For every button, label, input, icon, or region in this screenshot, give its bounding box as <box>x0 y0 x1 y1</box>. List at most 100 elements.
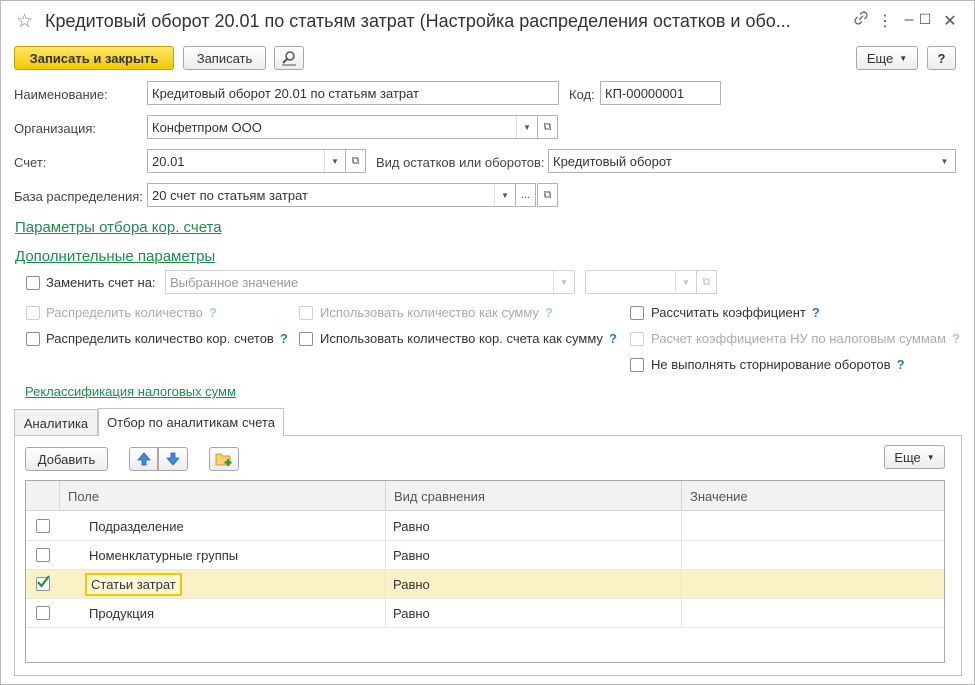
help-mark-icon[interactable]: ? <box>209 305 217 320</box>
add-button[interactable]: Добавить <box>25 447 108 471</box>
grid-more-button[interactable]: Еще ▼ <box>884 445 945 469</box>
account-field[interactable]: 20.01 ▼ <box>147 149 346 173</box>
search-doc-icon <box>282 51 296 66</box>
open-window-icon: ⧉ <box>702 275 711 288</box>
dropdown-arrow-icon: ▼ <box>926 452 935 462</box>
add-group-button[interactable] <box>209 447 239 471</box>
org-label: Организация: <box>14 121 97 136</box>
tab-account-analytics-filter[interactable]: Отбор по аналитикам счета <box>98 408 284 436</box>
tab-analytics[interactable]: Аналитика <box>14 409 98 436</box>
folder-add-icon <box>215 453 232 466</box>
base-field[interactable]: 20 счет по статьям затрат ▼ <box>147 183 516 207</box>
code-field[interactable]: КП-00000001 <box>600 81 721 105</box>
replace-account-checkbox[interactable] <box>26 276 40 290</box>
replace-subconto-field[interactable]: ▼ <box>585 270 697 294</box>
kind-value: Кредитовый оборот <box>553 153 672 169</box>
dropdown-arrow-icon[interactable]: ▼ <box>675 271 696 293</box>
open-window-icon: ⧉ <box>543 188 552 201</box>
kind-label: Вид остатков или оборотов: <box>376 155 545 170</box>
use-qty-corr-as-sum-checkbox[interactable] <box>299 332 313 346</box>
distribute-qty-label: Распределить количество <box>46 305 203 320</box>
account-label: Счет: <box>14 155 47 170</box>
use-qty-as-sum-label: Использовать количество как сумму <box>320 305 539 320</box>
favorite-star-icon[interactable]: ☆ <box>16 10 33 33</box>
more-actions-icon[interactable]: ⋮ <box>874 11 896 31</box>
help-mark-icon[interactable]: ? <box>952 331 960 346</box>
help-button[interactable]: ? <box>927 46 956 70</box>
header-comparison[interactable]: Вид сравнения <box>385 481 681 511</box>
open-subconto-button[interactable]: ⧉ <box>696 270 717 294</box>
row-compare[interactable]: Равно <box>393 599 430 628</box>
move-down-button[interactable] <box>158 447 188 471</box>
select-base-button[interactable]: ... <box>515 183 536 207</box>
help-mark-icon[interactable]: ? <box>280 331 288 346</box>
more-button[interactable]: Еще ▼ <box>856 46 918 70</box>
more-label: Еще <box>866 50 894 66</box>
name-label: Наименование: <box>14 87 108 102</box>
no-storno-label: Не выполнять сторнирование оборотов <box>651 357 891 372</box>
row-checkbox[interactable] <box>36 606 50 620</box>
window-title: Кредитовый оборот 20.01 по статьям затра… <box>45 11 791 31</box>
maximize-icon[interactable]: ☐ <box>914 11 936 28</box>
help-mark-icon[interactable]: ? <box>812 305 820 320</box>
dropdown-arrow-icon[interactable]: ▼ <box>324 150 345 172</box>
open-account-button[interactable]: ⧉ <box>345 149 366 173</box>
name-field[interactable]: Кредитовый оборот 20.01 по статьям затра… <box>147 81 559 105</box>
org-field[interactable]: Конфетпром ООО ▼ <box>147 115 538 139</box>
dropdown-arrow-icon: ▼ <box>899 53 908 63</box>
checkmark-icon <box>37 575 50 588</box>
dropdown-arrow-icon[interactable]: ▼ <box>553 271 574 293</box>
dropdown-arrow-icon[interactable]: ▼ <box>494 184 515 206</box>
distribute-qty-option: Распределить количество? <box>46 305 217 320</box>
no-storno-checkbox[interactable] <box>630 358 644 372</box>
open-org-button[interactable]: ⧉ <box>537 115 558 139</box>
calc-coef-label: Рассчитать коэффициент <box>651 305 806 320</box>
dialog-window: ☆ Кредитовый оборот 20.01 по статьям зат… <box>0 0 975 685</box>
replace-account-field[interactable]: Выбранное значение ▼ <box>165 270 575 294</box>
no-storno-option: Не выполнять сторнирование оборотов? <box>651 357 905 372</box>
table-row-selected[interactable]: Статьи затрат Равно <box>26 570 944 599</box>
dropdown-arrow-icon[interactable]: ▼ <box>934 150 955 172</box>
calc-coef-nu-label: Расчет коэффициента НУ по налоговым сумм… <box>651 331 946 346</box>
calc-coef-nu-checkbox[interactable] <box>630 332 644 346</box>
open-base-button[interactable]: ⧉ <box>537 183 558 207</box>
use-qty-as-sum-checkbox[interactable] <box>299 306 313 320</box>
table-row[interactable]: Продукция Равно <box>26 599 944 628</box>
arrow-down-icon <box>166 452 180 466</box>
move-up-button[interactable] <box>129 447 158 471</box>
distribute-qty-checkbox[interactable] <box>26 306 40 320</box>
distribute-qty-corr-checkbox[interactable] <box>26 332 40 346</box>
calc-coef-nu-option: Расчет коэффициента НУ по налоговым сумм… <box>651 331 960 346</box>
kind-field[interactable]: Кредитовый оборот ▼ <box>548 149 956 173</box>
row-compare[interactable]: Равно <box>393 512 430 541</box>
calc-coef-checkbox[interactable] <box>630 306 644 320</box>
save-button[interactable]: Записать <box>183 46 266 70</box>
use-qty-corr-as-sum-label: Использовать количество кор. счета как с… <box>320 331 603 346</box>
code-label: Код: <box>569 87 595 102</box>
link-icon[interactable] <box>850 11 872 30</box>
save-and-close-button[interactable]: Записать и закрыть <box>14 46 174 70</box>
find-in-list-button[interactable] <box>274 46 304 70</box>
org-value: Конфетпром ООО <box>152 119 262 135</box>
help-mark-icon[interactable]: ? <box>545 305 553 320</box>
table-row[interactable]: Подразделение Равно <box>26 512 944 541</box>
additional-params-link[interactable]: Дополнительные параметры <box>15 248 215 265</box>
header-field[interactable]: Поле <box>59 481 385 511</box>
row-checkbox-checked[interactable] <box>36 575 50 591</box>
row-compare[interactable]: Равно <box>393 570 430 599</box>
dropdown-arrow-icon[interactable]: ▼ <box>516 116 537 138</box>
row-checkbox[interactable] <box>36 519 50 533</box>
row-compare[interactable]: Равно <box>393 541 430 570</box>
open-window-icon: ⧉ <box>543 120 552 133</box>
help-mark-icon[interactable]: ? <box>897 357 905 372</box>
close-icon[interactable]: ✕ <box>939 11 961 31</box>
use-qty-corr-as-sum-option: Использовать количество кор. счета как с… <box>320 331 617 346</box>
corr-filter-link[interactable]: Параметры отбора кор. счета <box>15 219 222 236</box>
header-value[interactable]: Значение <box>681 481 944 511</box>
row-field: Подразделение <box>89 519 184 534</box>
row-checkbox[interactable] <box>36 548 50 562</box>
arrow-up-icon <box>136 452 151 466</box>
reclass-tax-link[interactable]: Реклассификация налоговых сумм <box>25 384 236 399</box>
help-mark-icon[interactable]: ? <box>609 331 617 346</box>
table-row[interactable]: Номенклатурные группы Равно <box>26 541 944 570</box>
